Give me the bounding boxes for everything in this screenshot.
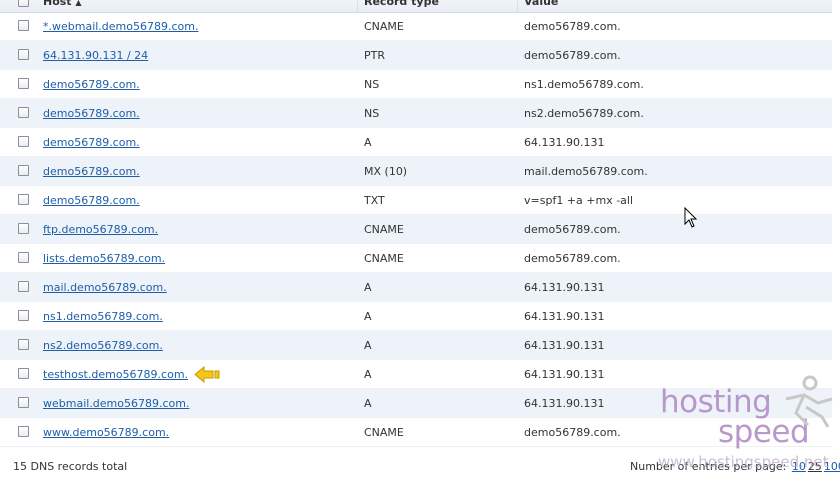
row-checkbox[interactable]	[18, 310, 29, 321]
row-checkbox[interactable]	[18, 165, 29, 176]
table-row: 64.131.90.131 / 24 PTR demo56789.com.	[0, 41, 832, 70]
row-checkbox[interactable]	[18, 426, 29, 437]
row-checkbox[interactable]	[18, 397, 29, 408]
watermark-url-text: www.hostingspeed.net	[658, 453, 829, 471]
record-type: PTR	[364, 49, 385, 62]
sort-ascending-icon: ▲	[75, 0, 82, 7]
row-checkbox[interactable]	[18, 194, 29, 205]
dns-records-table: *.webmail.demo56789.com. CNAME demo56789.c…	[0, 12, 832, 447]
table-row: demo56789.com. NS ns1.demo56789.com.	[0, 70, 832, 99]
table-row: www.demo56789.com. CNAME demo56789.com.	[0, 418, 832, 447]
record-type: CNAME	[364, 252, 404, 265]
table-row: lists.demo56789.com. CNAME demo56789.com.	[0, 244, 832, 273]
record-type: NS	[364, 78, 380, 91]
row-checkbox[interactable]	[18, 339, 29, 350]
host-link[interactable]: demo56789.com.	[43, 186, 140, 215]
host-link[interactable]: lists.demo56789.com.	[43, 244, 165, 273]
record-type: A	[364, 368, 372, 381]
type-column-header[interactable]: Record type	[364, 0, 439, 12]
record-value: 64.131.90.131	[524, 339, 605, 352]
record-value: demo56789.com.	[524, 252, 621, 265]
host-column-header[interactable]: Host ▲	[43, 0, 82, 12]
record-value: demo56789.com.	[524, 20, 621, 33]
record-type: CNAME	[364, 426, 404, 439]
table-row: ns1.demo56789.com. A 64.131.90.131	[0, 302, 832, 331]
record-value: mail.demo56789.com.	[524, 165, 648, 178]
host-link[interactable]: ns2.demo56789.com.	[43, 331, 163, 360]
pointing-arrow-icon	[194, 366, 220, 383]
records-total: 15 DNS records total	[13, 460, 128, 473]
host-link[interactable]: demo56789.com.	[43, 157, 140, 186]
select-all-checkbox[interactable]	[18, 0, 29, 7]
record-value: 64.131.90.131	[524, 310, 605, 323]
host-link[interactable]: demo56789.com.	[43, 99, 140, 128]
row-checkbox[interactable]	[18, 281, 29, 292]
row-checkbox[interactable]	[18, 107, 29, 118]
record-value: demo56789.com.	[524, 49, 621, 62]
host-link[interactable]: www.demo56789.com.	[43, 418, 169, 447]
row-checkbox[interactable]	[18, 223, 29, 234]
mouse-cursor-icon	[684, 207, 698, 228]
value-column-header[interactable]: Value	[524, 0, 558, 12]
row-checkbox[interactable]	[18, 252, 29, 263]
record-type: A	[364, 397, 372, 410]
row-checkbox[interactable]	[18, 78, 29, 89]
record-type: A	[364, 339, 372, 352]
table-row: *.webmail.demo56789.com. CNAME demo56789.c…	[0, 12, 832, 41]
record-value: ns2.demo56789.com.	[524, 107, 644, 120]
column-divider	[357, 0, 358, 12]
record-type: MX (10)	[364, 165, 408, 178]
row-checkbox[interactable]	[18, 368, 29, 379]
record-type: NS	[364, 107, 380, 120]
record-value: 64.131.90.131	[524, 281, 605, 294]
host-link[interactable]: demo56789.com.	[43, 70, 140, 99]
record-value: 64.131.90.131	[524, 136, 605, 149]
host-link[interactable]: testhost.demo56789.com.	[43, 360, 188, 389]
host-link[interactable]: ns1.demo56789.com.	[43, 302, 163, 331]
table-row: demo56789.com. TXT v=spf1 +a +mx -all	[0, 186, 832, 215]
host-link[interactable]: ftp.demo56789.com.	[43, 215, 158, 244]
row-checkbox[interactable]	[18, 49, 29, 60]
running-figure-icon	[785, 375, 833, 428]
host-link[interactable]: *.webmail.demo56789.com.	[43, 12, 198, 41]
row-checkbox[interactable]	[18, 136, 29, 147]
host-link[interactable]: mail.demo56789.com.	[43, 273, 167, 302]
record-type: A	[364, 136, 372, 149]
record-value: ns1.demo56789.com.	[524, 78, 644, 91]
table-row: demo56789.com. MX (10) mail.demo56789.com.	[0, 157, 832, 186]
record-value: v=spf1 +a +mx -all	[524, 194, 634, 207]
record-type: CNAME	[364, 20, 404, 33]
row-checkbox[interactable]	[18, 20, 29, 31]
record-type: TXT	[364, 194, 385, 207]
record-value: 64.131.90.131	[524, 368, 605, 381]
column-divider	[517, 0, 518, 12]
host-link[interactable]: demo56789.com.	[43, 128, 140, 157]
host-link[interactable]: 64.131.90.131 / 24	[43, 41, 148, 70]
table-row: ftp.demo56789.com. CNAME demo56789.com.	[0, 215, 832, 244]
host-link[interactable]: webmail.demo56789.com.	[43, 389, 190, 418]
record-type: A	[364, 310, 372, 323]
record-value: demo56789.com.	[524, 426, 621, 439]
table-row: demo56789.com. NS ns2.demo56789.com.	[0, 99, 832, 128]
record-type: CNAME	[364, 223, 404, 236]
record-value: demo56789.com.	[524, 223, 621, 236]
table-row: mail.demo56789.com. A 64.131.90.131	[0, 273, 832, 302]
table-row: demo56789.com. A 64.131.90.131	[0, 128, 832, 157]
record-type: A	[364, 281, 372, 294]
table-row: ns2.demo56789.com. A 64.131.90.131	[0, 331, 832, 360]
record-value: 64.131.90.131	[524, 397, 605, 410]
